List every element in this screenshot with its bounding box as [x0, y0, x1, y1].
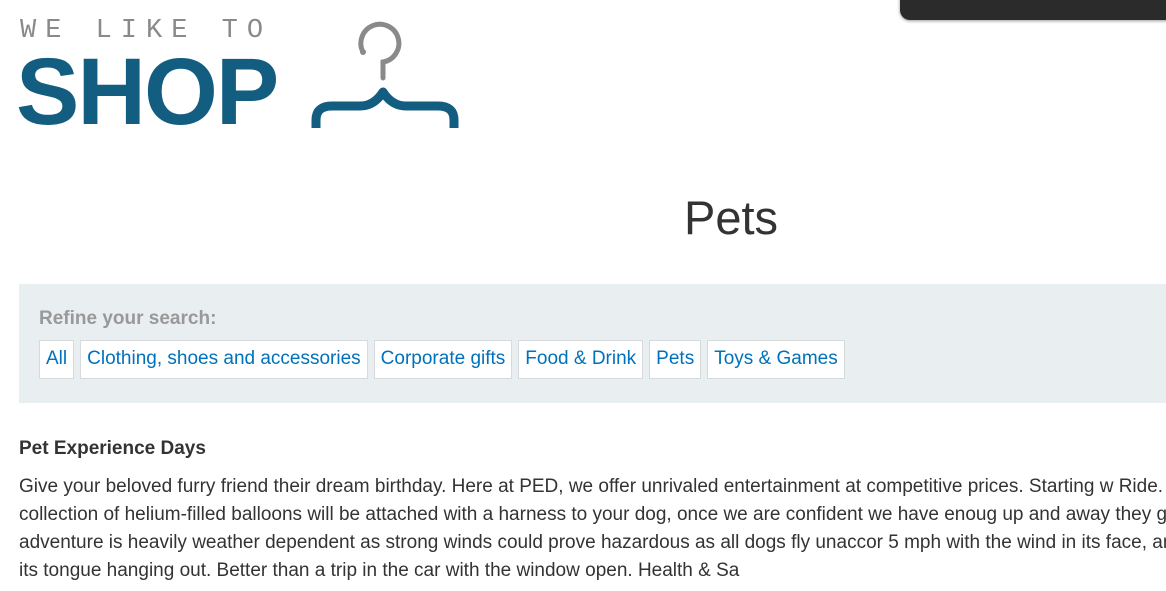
page: WE LIKE TO SHOP Pets Refine your search:… — [0, 0, 1166, 591]
filter-link-corporate-gifts[interactable]: Corporate gifts — [373, 340, 513, 379]
filter-link-food-drink[interactable]: Food & Drink — [518, 340, 644, 379]
refine-search-panel: Refine your search: All Clothing, shoes … — [19, 284, 1166, 403]
filter-link-clothing[interactable]: Clothing, shoes and accessories — [80, 340, 368, 379]
filter-link-toys-games[interactable]: Toys & Games — [707, 340, 845, 379]
category-filter-list: All Clothing, shoes and accessories Corp… — [39, 340, 845, 379]
hanger-icon — [311, 21, 459, 128]
top-right-widget[interactable] — [900, 0, 1166, 20]
refine-search-label: Refine your search: — [39, 308, 217, 329]
filter-link-all[interactable]: All — [39, 340, 75, 379]
logo-word: SHOP — [16, 39, 279, 145]
product-description: Give your beloved furry friend their dre… — [19, 476, 1166, 581]
page-title: Pets — [683, 191, 779, 244]
product-title: Pet Experience Days — [19, 438, 206, 459]
filter-link-pets[interactable]: Pets — [649, 340, 702, 379]
site-logo[interactable]: WE LIKE TO SHOP — [16, 14, 463, 145]
